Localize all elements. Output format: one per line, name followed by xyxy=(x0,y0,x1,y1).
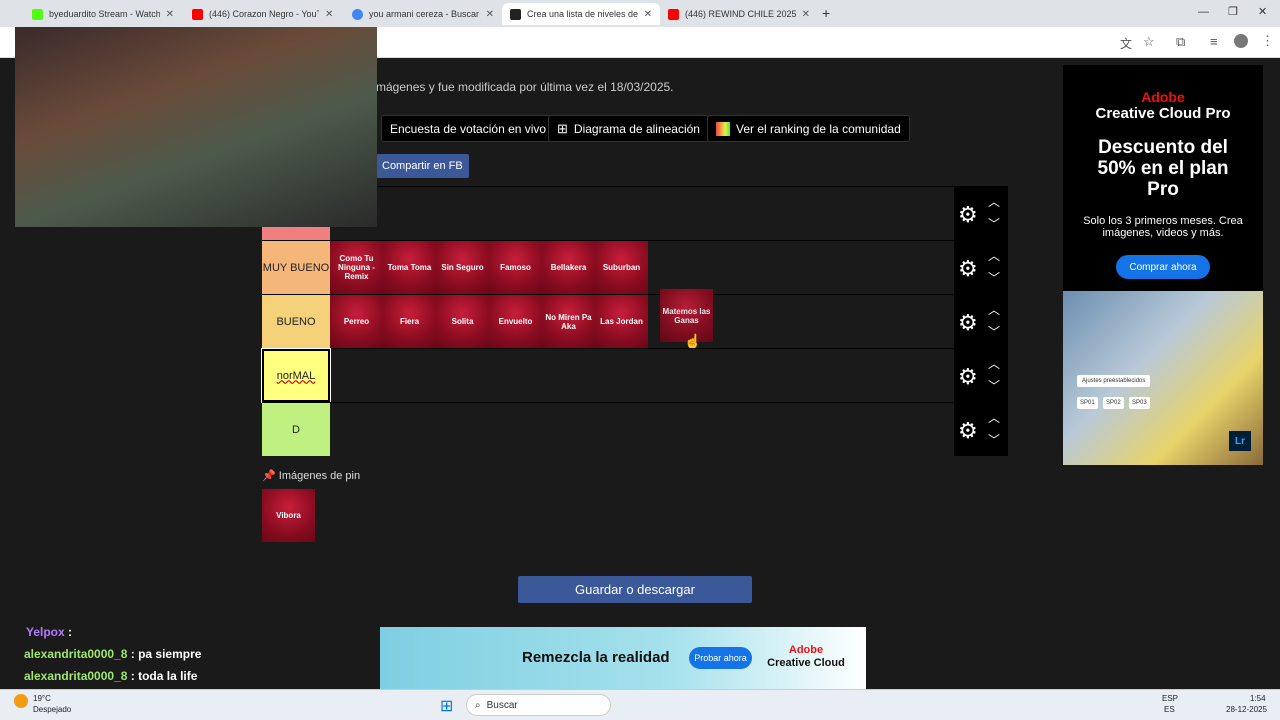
chevron-up-icon[interactable]: ︿ xyxy=(988,193,1000,210)
tab-tiermaker[interactable]: Crea una lista de niveles de Bie✕ xyxy=(502,3,660,25)
taskbar-search[interactable]: ⌕ Buscar xyxy=(466,694,611,716)
chat-message: alexandrita0000_8 : pa siempre xyxy=(24,647,202,661)
tier-controls: ⚙ ︿ ﹀ xyxy=(954,241,1008,294)
tier-label[interactable]: BUENO xyxy=(262,295,330,348)
save-button[interactable]: Guardar o descargar xyxy=(518,576,752,603)
pin-icon: 📌 xyxy=(262,470,276,482)
avatar[interactable] xyxy=(1234,34,1248,48)
extensions-icon[interactable]: ⧉ xyxy=(1176,34,1185,50)
chevron-down-icon[interactable]: ﹀ xyxy=(988,269,1000,286)
video-overlay[interactable] xyxy=(15,27,377,227)
close-icon[interactable]: ✕ xyxy=(644,9,652,20)
tier-item[interactable]: Envuelto xyxy=(489,295,542,348)
windows-taskbar: 19°C Despejado ⊞ ⌕ Buscar ESP ES 1:54 28-… xyxy=(0,689,1280,720)
try-now-button[interactable]: Probar ahora xyxy=(689,647,752,669)
tier-item[interactable]: Las Jordan xyxy=(595,295,648,348)
ad-photo: Ajustes preestablecidos SP01 SP02 SP03 L… xyxy=(1063,291,1263,465)
youtube-icon xyxy=(192,8,203,20)
tier-controls: ⚙ ︿ ﹀ xyxy=(954,349,1008,402)
tab-google[interactable]: you armani cereza - Buscar con✕ xyxy=(344,3,502,25)
pin-images-header: 📌 Imágenes de pin xyxy=(262,470,361,482)
restore-button[interactable]: ❐ xyxy=(1228,5,1238,18)
tab-youtube-1[interactable]: (446) Corazon Negro - YouT ✕ xyxy=(184,3,342,25)
close-window-button[interactable]: ✕ xyxy=(1258,5,1267,18)
close-icon[interactable]: ✕ xyxy=(486,9,494,20)
minimize-button[interactable]: — xyxy=(1198,6,1209,18)
new-tab-button[interactable]: + xyxy=(822,5,830,21)
tier-item[interactable]: Fiera xyxy=(383,295,436,348)
tier-item[interactable]: Solita xyxy=(436,295,489,348)
share-fb-button[interactable]: Compartir en FB xyxy=(376,154,469,178)
info-text: mágenes y fue modificada por última vez … xyxy=(376,80,674,94)
pin-item[interactable]: Vibora xyxy=(262,489,315,542)
tier-controls: ⚙ ︿ ﹀ xyxy=(954,187,1008,240)
tier-item[interactable]: Suburban xyxy=(595,241,648,294)
translate-icon[interactable]: 文 xyxy=(1120,35,1132,52)
lightroom-icon: Lr xyxy=(1229,431,1251,451)
tier-item[interactable]: Perreo xyxy=(330,295,383,348)
chevron-down-icon[interactable]: ﹀ xyxy=(988,431,1000,448)
tier-item[interactable]: Bellakera xyxy=(542,241,595,294)
tier-item[interactable]: Toma Toma xyxy=(383,241,436,294)
chevron-up-icon[interactable]: ︿ xyxy=(988,409,1000,426)
search-icon: ⌕ xyxy=(475,699,481,711)
tier-label[interactable]: MUY BUENO xyxy=(262,241,330,294)
tier-controls: ⚙ ︿ ﹀ xyxy=(954,295,1008,348)
gear-icon[interactable]: ⚙ xyxy=(958,256,978,282)
menu-icon[interactable]: ⋮ xyxy=(1261,33,1274,49)
tier-item[interactable]: Sin Seguro xyxy=(436,241,489,294)
tier-row-bueno: BUENO Perreo Fiera Solita Envuelto No Mi… xyxy=(262,289,1008,349)
google-icon xyxy=(352,8,363,20)
poll-button[interactable]: Encuesta de votación en vivo xyxy=(381,115,556,142)
chevron-up-icon[interactable]: ︿ xyxy=(988,301,1000,318)
star-icon[interactable]: ☆ xyxy=(1143,34,1155,50)
tier-item[interactable]: No Miren Pa Aka xyxy=(542,295,595,348)
ranking-button[interactable]: Ver el ranking de la comunidad xyxy=(707,115,910,142)
media-icon[interactable]: ≡ xyxy=(1210,34,1218,49)
chevron-down-icon[interactable]: ﹀ xyxy=(988,377,1000,394)
tier-row-d: D ⚙ ︿ ﹀ xyxy=(262,402,1008,456)
tier-controls: ⚙ ︿ ﹀ xyxy=(954,403,1008,456)
tiermaker-icon xyxy=(510,8,521,20)
chat-message: Yelpox : xyxy=(26,625,73,639)
gear-icon[interactable]: ⚙ xyxy=(958,310,978,336)
ad-adobe-banner[interactable]: Remezcla la realidad Probar ahora Adobe … xyxy=(380,627,866,689)
ranking-icon xyxy=(716,121,730,136)
tab-kick[interactable]: byeduardito Stream - Watch Li ✕ xyxy=(24,3,182,25)
buy-now-button[interactable]: Comprar ahora xyxy=(1116,255,1210,279)
tab-youtube-2[interactable]: (446) REWIND CHILE 2025 - You✕ xyxy=(660,3,818,25)
gear-icon[interactable]: ⚙ xyxy=(958,202,978,228)
close-icon[interactable]: ✕ xyxy=(166,9,174,20)
tier-item[interactable]: Famoso xyxy=(489,241,542,294)
tier-row-muy-bueno: MUY BUENO Como Tu Ninguna - Remix Toma T… xyxy=(262,240,1008,294)
windows-start-icon[interactable]: ⊞ xyxy=(440,696,453,716)
tier-item[interactable]: Como Tu Ninguna - Remix xyxy=(330,241,383,294)
close-icon[interactable]: ✕ xyxy=(325,9,333,20)
chat-message: alexandrita0000_8 : toda la life xyxy=(24,669,198,683)
alignment-button[interactable]: ⊞ Diagrama de alineación xyxy=(548,115,709,142)
chevron-up-icon[interactable]: ︿ xyxy=(988,247,1000,264)
youtube-icon xyxy=(668,8,679,20)
chevron-up-icon[interactable]: ︿ xyxy=(988,355,1000,372)
chat-overlay: Yelpox : alexandrita0000_8 : pa siempre … xyxy=(0,623,380,689)
close-icon[interactable]: ✕ xyxy=(802,9,810,20)
tier-label[interactable]: D xyxy=(262,403,330,456)
grid-icon: ⊞ xyxy=(557,120,568,136)
chevron-down-icon[interactable]: ﹀ xyxy=(988,215,1000,232)
weather-icon xyxy=(14,694,28,708)
tier-row-normal: norMAL ⚙ ︿ ﹀ xyxy=(261,348,1008,403)
browser-tab-bar: byeduardito Stream - Watch Li ✕ (446) Cor… xyxy=(0,0,1280,27)
gear-icon[interactable]: ⚙ xyxy=(958,418,978,444)
ad-adobe-sidebar[interactable]: Adobe Creative Cloud Pro Descuento del 5… xyxy=(1063,65,1263,465)
chevron-down-icon[interactable]: ﹀ xyxy=(988,323,1000,340)
kick-icon xyxy=(32,8,43,20)
tier-label-editing[interactable]: norMAL xyxy=(261,348,331,403)
gear-icon[interactable]: ⚙ xyxy=(958,364,978,390)
